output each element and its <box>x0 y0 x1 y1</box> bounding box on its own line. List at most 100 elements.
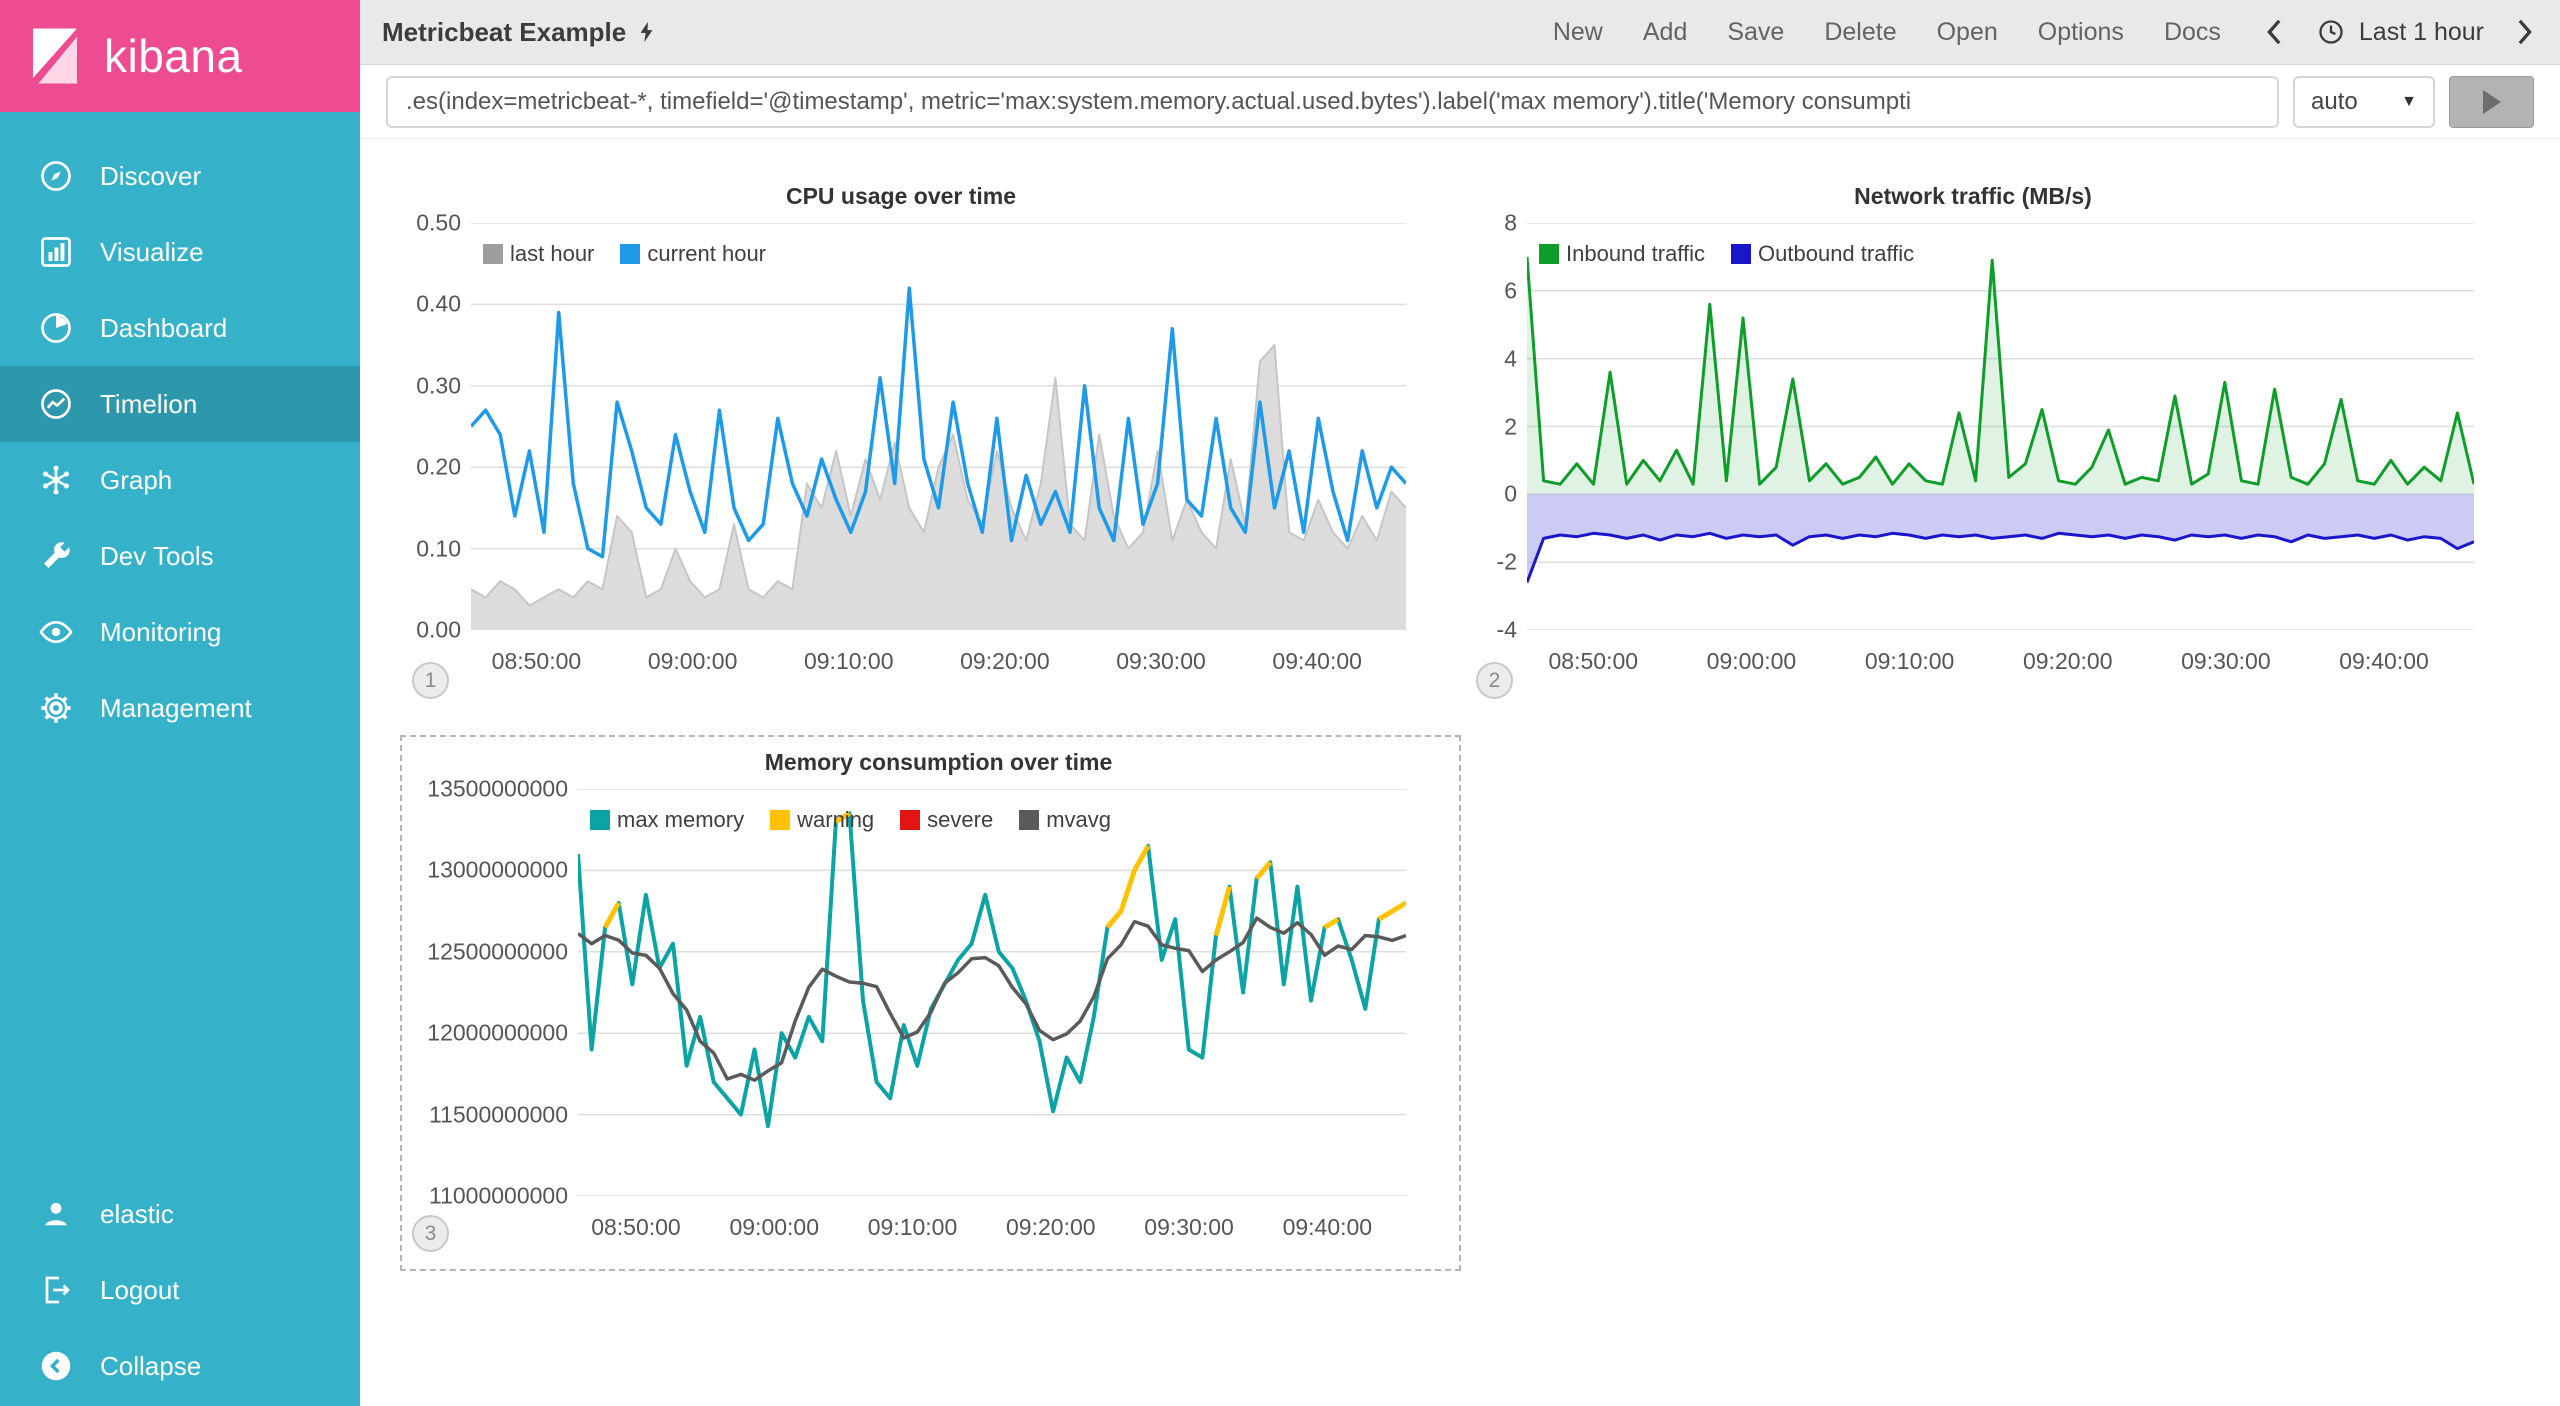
chart-legend: Inbound traffic Outbound traffic <box>1539 241 1914 267</box>
sheet-title: Metricbeat Example <box>382 17 658 48</box>
legend-item: warning <box>770 807 874 833</box>
menu-add[interactable]: Add <box>1643 18 1687 47</box>
user-icon <box>38 1196 74 1232</box>
legend-label: severe <box>927 807 993 833</box>
timepicker: Last 1 hour <box>2265 18 2534 47</box>
sidebar-item-discover[interactable]: Discover <box>0 138 360 214</box>
menu-new[interactable]: New <box>1553 18 1603 47</box>
sidebar-item-label: Management <box>100 693 252 724</box>
y-tick-label: 11500000000 <box>429 1101 568 1128</box>
sidebar-item-collapse[interactable]: Collapse <box>0 1328 360 1404</box>
sidebar-item-graph[interactable]: Graph <box>0 442 360 518</box>
legend-label: max memory <box>617 807 744 833</box>
y-tick-label: 0.30 <box>416 372 461 399</box>
legend-label: last hour <box>510 241 594 267</box>
legend-item: Outbound traffic <box>1731 241 1914 267</box>
menu-open[interactable]: Open <box>1937 18 1998 47</box>
sidebar: kibana Discover Visualize <box>0 0 360 1406</box>
gear-icon <box>38 690 74 726</box>
x-tick-label: 09:20:00 <box>2023 648 2113 675</box>
interval-select[interactable]: auto ▼ <box>2293 76 2435 128</box>
y-tick-label: 0.10 <box>416 535 461 562</box>
sidebar-bottom: elastic Logout Collapse <box>0 1176 360 1406</box>
wrench-icon <box>38 538 74 574</box>
timelion-expression-input[interactable] <box>386 76 2279 128</box>
kibana-logo[interactable]: kibana <box>0 0 360 112</box>
chart-canvas <box>471 223 1406 630</box>
sidebar-item-dev-tools[interactable]: Dev Tools <box>0 518 360 594</box>
menu-delete[interactable]: Delete <box>1824 18 1896 47</box>
x-tick-label: 09:00:00 <box>648 648 738 675</box>
chart-badge: 3 <box>412 1215 449 1252</box>
compass-icon <box>38 158 74 194</box>
querybar: auto ▼ <box>360 65 2560 139</box>
x-tick-label: 09:20:00 <box>1006 1214 1096 1241</box>
plot-area[interactable]: max memory warning severe mvavg <box>578 789 1406 1196</box>
y-tick-label: 2 <box>1504 413 1517 440</box>
app-window: kibana Discover Visualize <box>0 0 2560 1406</box>
sidebar-item-label: Monitoring <box>100 617 221 648</box>
x-tick-label: 09:40:00 <box>2339 648 2429 675</box>
legend-label: mvavg <box>1046 807 1111 833</box>
chart-canvas <box>1527 223 2474 630</box>
sidebar-item-logout[interactable]: Logout <box>0 1252 360 1328</box>
plot-area[interactable]: Inbound traffic Outbound traffic <box>1527 223 2474 630</box>
y-tick-label: 0 <box>1504 481 1517 508</box>
sidebar-item-label: Timelion <box>100 389 197 420</box>
network-traffic-chart[interactable]: Network traffic (MB/s) 86420-2-4 Inbound… <box>1472 179 2474 676</box>
collapse-icon <box>38 1348 74 1384</box>
graph-icon <box>38 462 74 498</box>
y-axis: 86420-2-4 <box>1472 223 1527 630</box>
y-axis: 0.500.400.300.200.100.00 <box>396 223 471 630</box>
chart-title: Network traffic (MB/s) <box>1472 179 2474 213</box>
sidebar-item-label: Discover <box>100 161 201 192</box>
legend-swatch <box>770 810 790 830</box>
eye-icon <box>38 614 74 650</box>
menu-options[interactable]: Options <box>2038 18 2124 47</box>
interval-value: auto <box>2311 88 2358 116</box>
y-tick-label: 0.40 <box>416 291 461 318</box>
sidebar-item-user-elastic[interactable]: elastic <box>0 1176 360 1252</box>
chart-canvas <box>578 789 1406 1196</box>
chevron-right-icon[interactable] <box>2514 18 2534 46</box>
sidebar-nav: Discover Visualize Dashboard <box>0 138 360 746</box>
chevron-down-icon: ▼ <box>2401 93 2417 111</box>
y-tick-label: 0.00 <box>416 617 461 644</box>
y-tick-label: 12000000000 <box>427 1020 568 1047</box>
legend-label: Inbound traffic <box>1566 241 1705 267</box>
sidebar-item-timelion[interactable]: Timelion <box>0 366 360 442</box>
chart-badge: 1 <box>412 662 449 699</box>
sidebar-item-dashboard[interactable]: Dashboard <box>0 290 360 366</box>
x-tick-label: 09:30:00 <box>2181 648 2271 675</box>
x-tick-label: 09:00:00 <box>1707 648 1797 675</box>
memory-consumption-chart-selected[interactable]: Memory consumption over time 13500000000… <box>400 735 1461 1271</box>
menu-docs[interactable]: Docs <box>2164 18 2221 47</box>
sidebar-item-label: Dashboard <box>100 313 227 344</box>
legend-item: severe <box>900 807 993 833</box>
menu-save[interactable]: Save <box>1727 18 1784 47</box>
time-range-label[interactable]: Last 1 hour <box>2359 18 2484 47</box>
sidebar-item-monitoring[interactable]: Monitoring <box>0 594 360 670</box>
charts-area: CPU usage over time 0.500.400.300.200.10… <box>360 139 2560 1406</box>
plot-area[interactable]: last hour current hour <box>471 223 1406 630</box>
run-expression-button[interactable] <box>2449 76 2534 128</box>
y-tick-label: 0.20 <box>416 454 461 481</box>
dashboard-icon <box>38 310 74 346</box>
x-tick-label: 09:30:00 <box>1116 648 1206 675</box>
legend-item: last hour <box>483 241 594 267</box>
y-tick-label: 11000000000 <box>429 1183 568 1210</box>
legend-label: current hour <box>647 241 766 267</box>
legend-item: mvavg <box>1019 807 1111 833</box>
main-area: Metricbeat Example New Add Save Delete O… <box>360 0 2560 1406</box>
bar-chart-icon <box>38 234 74 270</box>
y-tick-label: 0.50 <box>416 210 461 237</box>
cpu-usage-chart[interactable]: CPU usage over time 0.500.400.300.200.10… <box>396 179 1406 676</box>
x-tick-label: 09:10:00 <box>1865 648 1955 675</box>
play-icon <box>2483 90 2501 114</box>
logout-icon <box>38 1272 74 1308</box>
chevron-left-icon[interactable] <box>2265 18 2285 46</box>
x-tick-label: 08:50:00 <box>1549 648 1639 675</box>
timelion-icon <box>38 386 74 422</box>
sidebar-item-management[interactable]: Management <box>0 670 360 746</box>
sidebar-item-visualize[interactable]: Visualize <box>0 214 360 290</box>
